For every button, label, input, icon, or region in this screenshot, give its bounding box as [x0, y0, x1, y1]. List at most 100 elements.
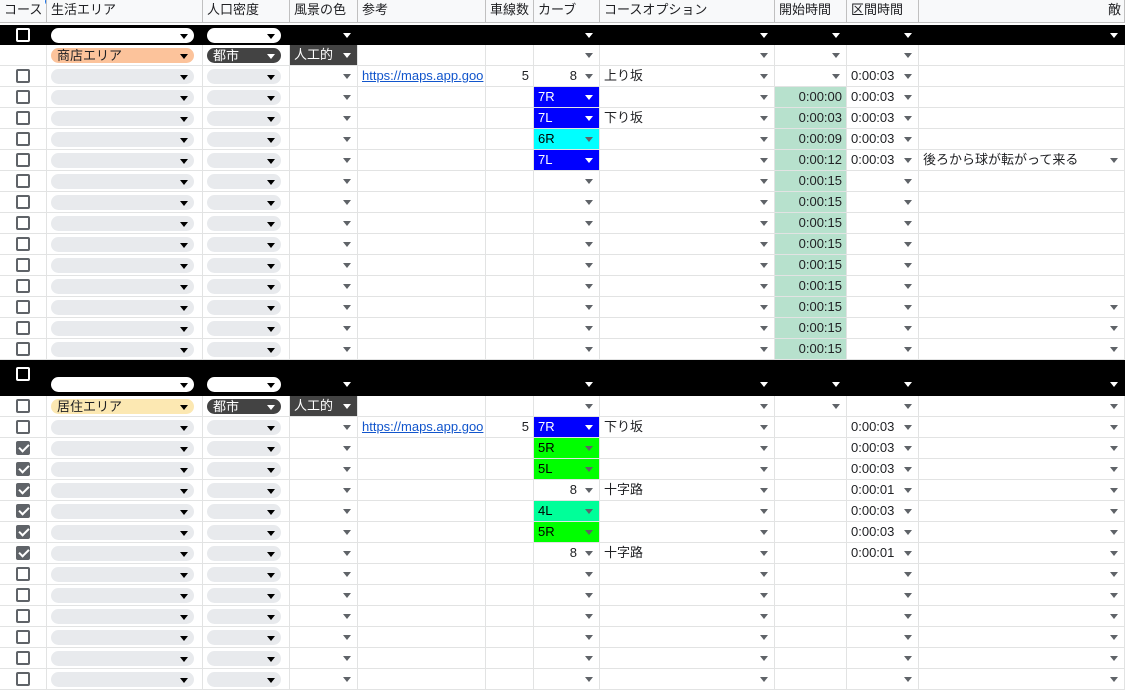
cell-start[interactable]: 0:00:09: [775, 129, 847, 150]
cell-lanes[interactable]: [486, 276, 534, 297]
col-header-area[interactable]: 生活エリア: [47, 0, 203, 23]
chevron-down-icon[interactable]: [760, 116, 768, 121]
cell-lanes[interactable]: [486, 171, 534, 192]
cell-curve[interactable]: [534, 297, 600, 318]
chevron-down-icon[interactable]: [267, 116, 275, 122]
cell-interval[interactable]: [847, 213, 919, 234]
cell-option[interactable]: 下り坂: [600, 108, 775, 129]
cell-density[interactable]: 都市: [203, 45, 290, 66]
cell-interval[interactable]: 0:00:03: [847, 522, 919, 543]
density-dropdown[interactable]: [207, 195, 281, 210]
cell-area[interactable]: [47, 318, 203, 339]
cell-curve[interactable]: [534, 339, 600, 360]
cell-start[interactable]: 0:00:15: [775, 339, 847, 360]
area-dropdown[interactable]: [51, 132, 194, 147]
chevron-down-icon[interactable]: [904, 284, 912, 289]
cell-curve[interactable]: [534, 171, 600, 192]
chevron-down-icon[interactable]: [1110, 446, 1118, 451]
chevron-down-icon[interactable]: [760, 95, 768, 100]
cell-option[interactable]: [600, 360, 775, 396]
chevron-down-icon[interactable]: [180, 53, 188, 59]
density-dropdown[interactable]: [207, 258, 281, 273]
chevron-down-icon[interactable]: [904, 425, 912, 430]
cell-start[interactable]: 0:00:15: [775, 318, 847, 339]
cell-lanes[interactable]: [486, 480, 534, 501]
cell-scenery[interactable]: [290, 25, 358, 45]
cell-interval[interactable]: [847, 234, 919, 255]
cell-start[interactable]: [775, 66, 847, 87]
cell-ref[interactable]: [358, 129, 486, 150]
col-header-ref[interactable]: 参考: [358, 0, 486, 23]
chevron-down-icon[interactable]: [180, 242, 188, 248]
chevron-down-icon[interactable]: [904, 404, 912, 409]
cell-curve[interactable]: [534, 648, 600, 669]
cell-density[interactable]: [203, 108, 290, 129]
cell-interval[interactable]: [847, 255, 919, 276]
chevron-down-icon[interactable]: [904, 530, 912, 535]
cell-ref[interactable]: [358, 318, 486, 339]
cell-course[interactable]: [0, 297, 47, 318]
cell-course[interactable]: [0, 25, 47, 45]
reference-link[interactable]: https://maps.app.goo: [362, 417, 483, 437]
area-dropdown[interactable]: [51, 111, 194, 126]
course-checkbox[interactable]: [16, 27, 30, 42]
cell-area[interactable]: [47, 234, 203, 255]
area-dropdown[interactable]: [51, 609, 194, 624]
cell-scenery[interactable]: [290, 150, 358, 171]
cell-interval[interactable]: [847, 648, 919, 669]
chevron-down-icon[interactable]: [904, 446, 912, 451]
chevron-down-icon[interactable]: [904, 221, 912, 226]
cell-curve[interactable]: 7R: [534, 417, 600, 438]
chevron-down-icon[interactable]: [760, 179, 768, 184]
cell-curve[interactable]: [534, 276, 600, 297]
cell-enemy[interactable]: [919, 129, 1125, 150]
cell-interval[interactable]: [847, 360, 919, 396]
chevron-down-icon[interactable]: [180, 284, 188, 290]
cell-lanes[interactable]: [486, 255, 534, 276]
cell-course[interactable]: [0, 339, 47, 360]
course-checkbox[interactable]: [16, 237, 30, 251]
cell-lanes[interactable]: [486, 192, 534, 213]
cell-area[interactable]: [47, 585, 203, 606]
cell-start[interactable]: 0:00:15: [775, 213, 847, 234]
cell-curve[interactable]: 5L: [534, 459, 600, 480]
cell-area[interactable]: [47, 66, 203, 87]
cell-ref[interactable]: [358, 522, 486, 543]
cell-density[interactable]: [203, 627, 290, 648]
cell-course[interactable]: [0, 501, 47, 522]
chevron-down-icon[interactable]: [904, 572, 912, 577]
chevron-down-icon[interactable]: [760, 593, 768, 598]
chevron-down-icon[interactable]: [267, 158, 275, 164]
cell-option[interactable]: 下り坂: [600, 417, 775, 438]
density-dropdown[interactable]: [207, 216, 281, 231]
cell-lanes[interactable]: [486, 396, 534, 417]
chevron-down-icon[interactable]: [180, 656, 188, 662]
cell-lanes[interactable]: [486, 339, 534, 360]
cell-ref[interactable]: [358, 459, 486, 480]
chevron-down-icon[interactable]: [267, 530, 275, 536]
cell-interval[interactable]: [847, 318, 919, 339]
chevron-down-icon[interactable]: [1110, 347, 1118, 352]
chevron-down-icon[interactable]: [760, 32, 768, 38]
area-dropdown[interactable]: [51, 279, 194, 294]
density-dropdown[interactable]: [207, 279, 281, 294]
cell-option[interactable]: [600, 585, 775, 606]
cell-area[interactable]: [47, 192, 203, 213]
cell-enemy[interactable]: [919, 234, 1125, 255]
cell-area[interactable]: [47, 87, 203, 108]
cell-ref[interactable]: [358, 234, 486, 255]
cell-scenery[interactable]: [290, 648, 358, 669]
density-dropdown[interactable]: [207, 420, 281, 435]
density-dropdown[interactable]: [207, 28, 281, 43]
cell-option[interactable]: [600, 192, 775, 213]
density-dropdown[interactable]: [207, 441, 281, 456]
chevron-down-icon[interactable]: [180, 467, 188, 473]
chevron-down-icon[interactable]: [180, 200, 188, 206]
cell-lanes[interactable]: [486, 522, 534, 543]
cell-option[interactable]: 十字路: [600, 480, 775, 501]
course-checkbox[interactable]: [16, 132, 30, 146]
cell-interval[interactable]: [847, 564, 919, 585]
cell-curve[interactable]: 6R: [534, 129, 600, 150]
chevron-down-icon[interactable]: [1110, 382, 1118, 387]
cell-area[interactable]: [47, 108, 203, 129]
